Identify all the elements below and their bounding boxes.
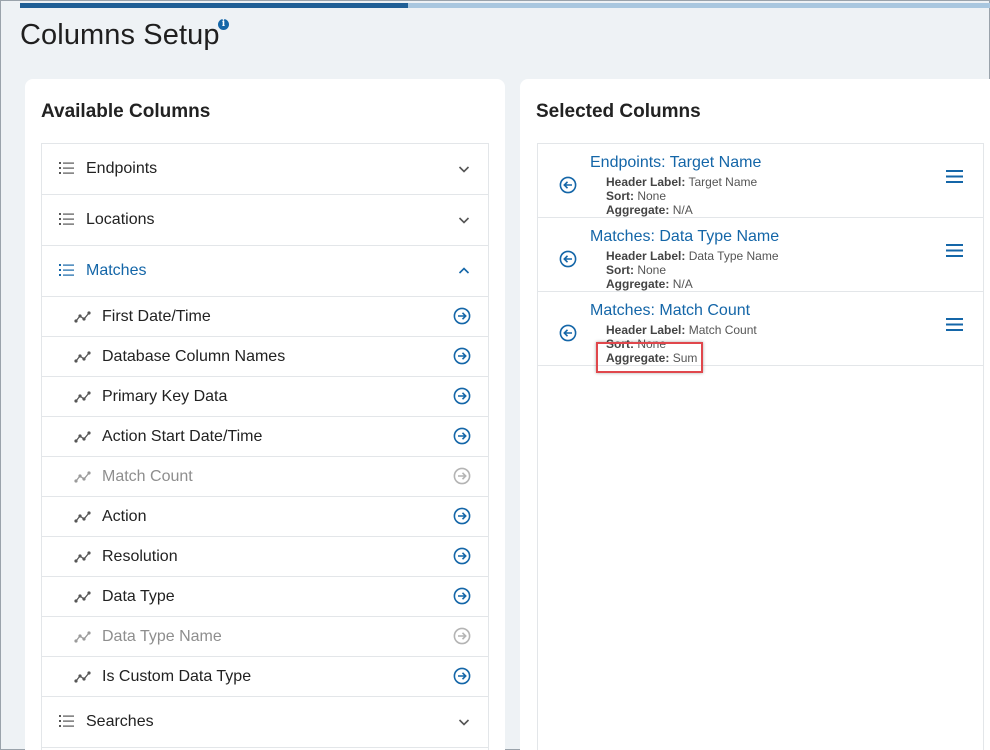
column-label: First Date/Time	[102, 308, 211, 325]
match-columns-list: First Date/Time Database Column Names Prim…	[42, 297, 488, 697]
add-column-arrow-icon[interactable]	[453, 307, 471, 325]
chevron-down-icon[interactable]	[458, 213, 470, 225]
trend-icon	[74, 670, 92, 683]
trend-icon	[74, 510, 92, 523]
column-row[interactable]: First Date/Time	[42, 297, 488, 337]
info-icon[interactable]: i	[218, 19, 229, 30]
column-row[interactable]: Resolution	[42, 537, 488, 577]
add-column-arrow-icon[interactable]	[453, 467, 471, 485]
selected-columns-title: Selected Columns	[536, 101, 701, 122]
column-label: Resolution	[102, 548, 178, 565]
column-label: Primary Key Data	[102, 388, 228, 405]
column-row[interactable]: Data Type Name	[42, 617, 488, 657]
trend-icon	[74, 470, 92, 483]
group-locations[interactable]: Locations	[42, 195, 488, 246]
column-row[interactable]: Match Count	[42, 457, 488, 497]
group-matches[interactable]: Matches	[42, 246, 488, 297]
trend-icon	[74, 390, 92, 403]
list-icon	[59, 264, 74, 276]
available-columns-list: Endpoints Locations Matches First Date/T…	[41, 143, 489, 750]
column-label: Action	[102, 508, 147, 525]
column-row[interactable]: Database Column Names	[42, 337, 488, 377]
add-column-arrow-icon[interactable]	[453, 667, 471, 685]
selected-column-item: Matches: Data Type Name Header Label: Dat…	[538, 218, 983, 292]
column-row[interactable]: Action	[42, 497, 488, 537]
available-columns-panel: Available Columns Endpoints Locations Ma…	[25, 79, 505, 750]
chevron-down-icon[interactable]	[458, 715, 470, 727]
group-label: Matches	[86, 262, 147, 279]
progress-bar	[20, 3, 990, 8]
remove-column-arrow-icon[interactable]	[559, 250, 577, 268]
column-row[interactable]: Primary Key Data	[42, 377, 488, 417]
add-column-arrow-icon[interactable]	[453, 547, 471, 565]
page-title: Columns Setup	[20, 19, 220, 51]
selected-column-title[interactable]: Endpoints: Target Name	[590, 154, 761, 172]
column-label: Data Type Name	[102, 628, 222, 645]
header-label-line: Header Label: Data Type Name	[606, 249, 779, 263]
sort-line: Sort: None	[606, 337, 667, 351]
selected-column-title[interactable]: Matches: Data Type Name	[590, 228, 779, 246]
sort-line: Sort: None	[606, 263, 667, 277]
header-label-line: Header Label: Target Name	[606, 175, 758, 189]
column-label: Is Custom Data Type	[102, 668, 252, 685]
list-icon	[59, 162, 74, 174]
list-icon	[59, 213, 74, 225]
group-label: Searches	[86, 713, 154, 730]
add-column-arrow-icon[interactable]	[453, 347, 471, 365]
selected-column-item: Matches: Match Count Header Label: Match …	[538, 292, 983, 366]
selected-columns-panel: Selected Columns Endpoints: Target Name H…	[520, 79, 990, 750]
drag-handle-icon[interactable]	[946, 244, 963, 257]
selected-column-item: Endpoints: Target Name Header Label: Targ…	[538, 144, 983, 218]
aggregate-line: Aggregate: N/A	[606, 203, 693, 217]
column-label: Data Type	[102, 588, 175, 605]
remove-column-arrow-icon[interactable]	[559, 324, 577, 342]
group-label: Endpoints	[86, 160, 158, 177]
group-searches[interactable]: Searches	[42, 697, 488, 748]
aggregate-line: Aggregate: N/A	[606, 277, 693, 291]
header-label-line: Header Label: Match Count	[606, 323, 757, 337]
trend-icon	[74, 590, 92, 603]
progress-fill	[20, 3, 409, 8]
chevron-up-icon[interactable]	[458, 264, 470, 276]
drag-handle-icon[interactable]	[946, 170, 963, 183]
list-icon	[59, 715, 74, 727]
column-row[interactable]: Action Start Date/Time	[42, 417, 488, 457]
add-column-arrow-icon[interactable]	[453, 427, 471, 445]
column-label: Action Start Date/Time	[102, 428, 263, 445]
column-row[interactable]: Is Custom Data Type	[42, 657, 488, 697]
add-column-arrow-icon[interactable]	[453, 627, 471, 645]
add-column-arrow-icon[interactable]	[453, 587, 471, 605]
drag-handle-icon[interactable]	[946, 318, 963, 331]
selected-columns-list: Endpoints: Target Name Header Label: Targ…	[537, 143, 984, 750]
remove-column-arrow-icon[interactable]	[559, 176, 577, 194]
add-column-arrow-icon[interactable]	[453, 387, 471, 405]
aggregate-line: Aggregate: Sum	[606, 351, 698, 365]
add-column-arrow-icon[interactable]	[453, 507, 471, 525]
group-label: Locations	[86, 211, 155, 228]
selected-column-title[interactable]: Matches: Match Count	[590, 302, 750, 320]
chevron-down-icon[interactable]	[458, 162, 470, 174]
column-row[interactable]: Data Type	[42, 577, 488, 617]
trend-icon	[74, 310, 92, 323]
trend-icon	[74, 350, 92, 363]
sort-line: Sort: None	[606, 189, 667, 203]
trend-icon	[74, 630, 92, 643]
group-endpoints[interactable]: Endpoints	[42, 144, 488, 195]
column-label: Database Column Names	[102, 348, 286, 365]
trend-icon	[74, 430, 92, 443]
available-columns-title: Available Columns	[41, 101, 211, 122]
trend-icon	[74, 550, 92, 563]
column-label: Match Count	[102, 468, 193, 485]
